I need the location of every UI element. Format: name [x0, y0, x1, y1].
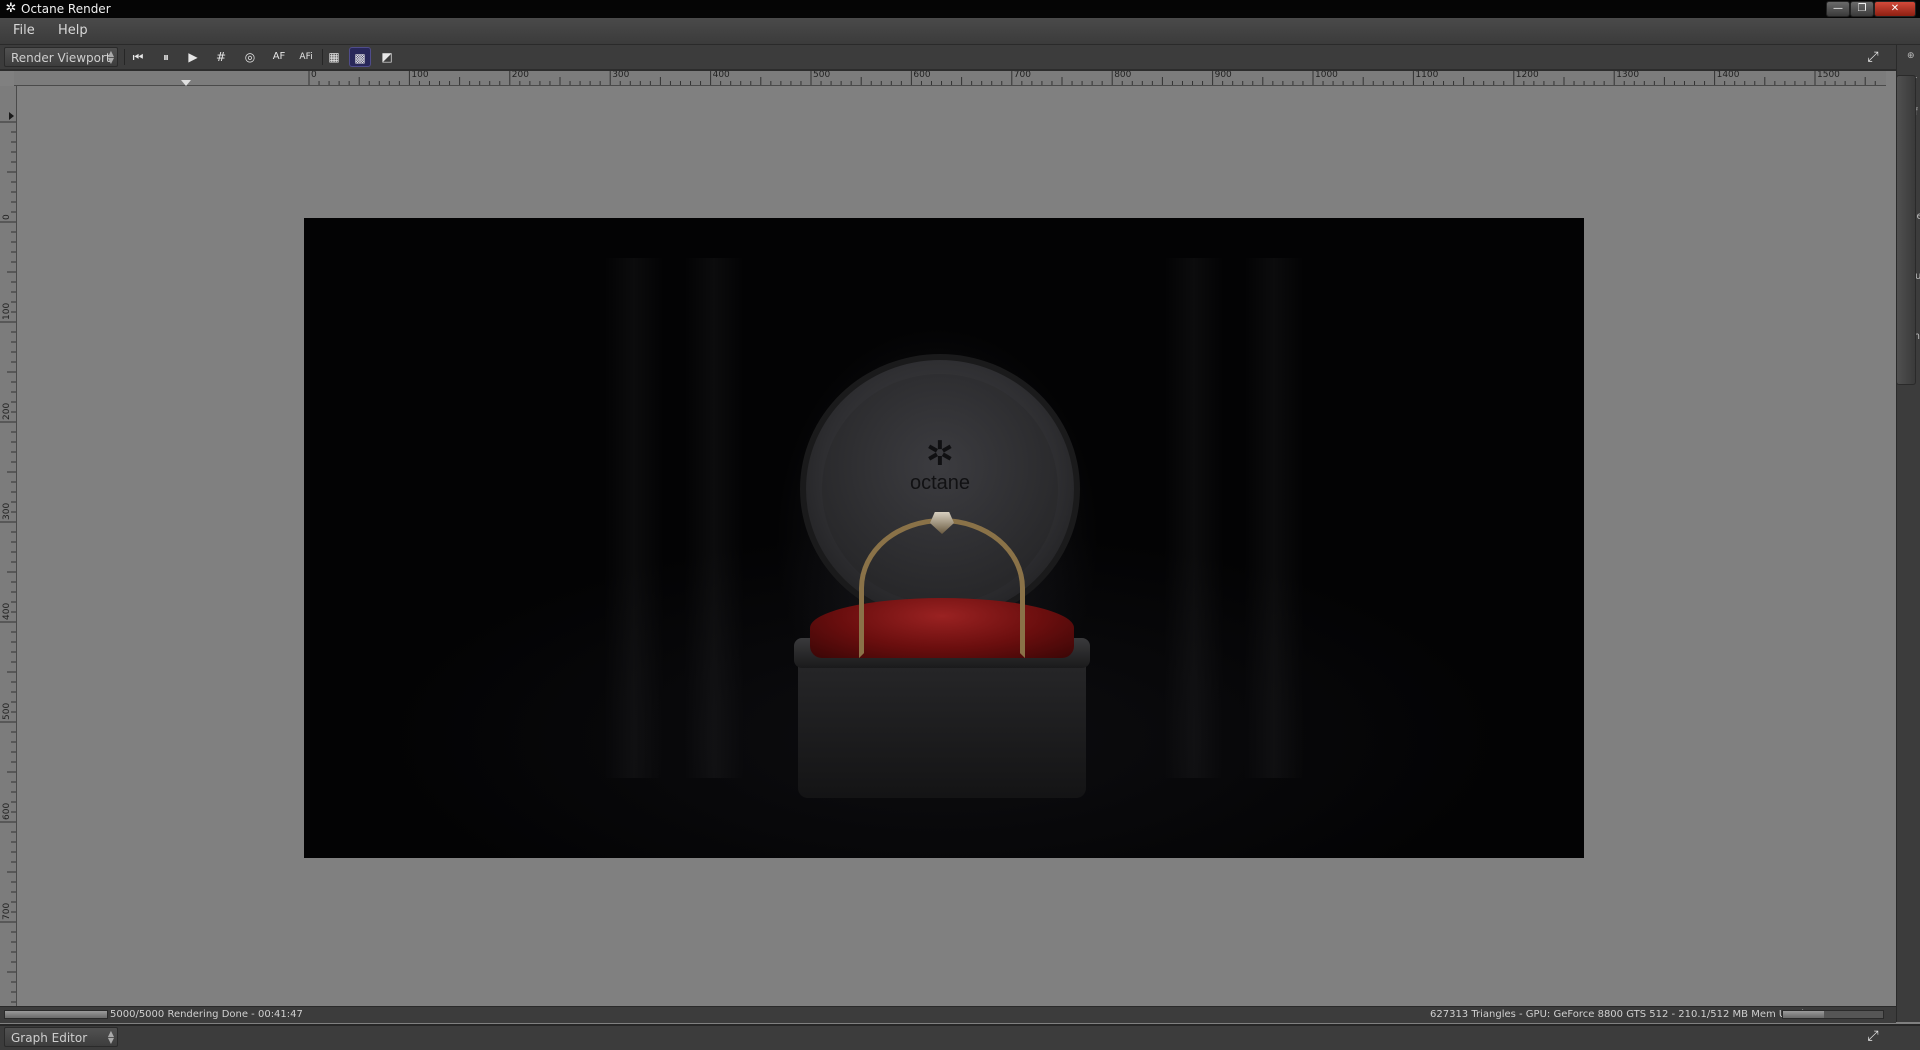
restore-button[interactable]: ❐ — [1850, 1, 1874, 17]
gpu-status-text: 627313 Triangles - GPU: GeForce 8800 GTS… — [1430, 1009, 1804, 1020]
ruler-label: 200 — [511, 71, 529, 80]
ruler-label: 1500 — [1817, 71, 1840, 80]
ruler-label: 600 — [2, 802, 12, 820]
background-drape — [684, 258, 744, 778]
minimize-button[interactable]: — — [1826, 1, 1850, 17]
ruler-label: 0 — [2, 214, 12, 220]
render-toolbar: Render Viewport ▲ ▼ ⏮ ⏸ ▶ # ◎ AF AFi ▦ ▩ … — [0, 45, 1896, 69]
ruler-label: 500 — [2, 702, 12, 720]
ruler-label: 1400 — [1716, 71, 1740, 80]
fullscreen-icon[interactable]: ⤢ — [1862, 1026, 1884, 1046]
ruler-label: 0 — [311, 71, 317, 80]
title-bar: ✲ Octane Render — ❐ ✕ — [0, 0, 1920, 18]
render-image[interactable]: ✲ octane — [304, 218, 1584, 858]
menu-bar: File Help — [0, 18, 1920, 45]
ruler-label: 1100 — [1415, 71, 1439, 80]
ruler-label: 300 — [2, 502, 12, 520]
menu-help[interactable]: Help — [58, 23, 88, 39]
vertical-ruler-ticks — [0, 121, 16, 1003]
toolbar-separator — [124, 49, 125, 65]
spinner-arrows-icon: ▲ ▼ — [107, 49, 114, 65]
octane-logo-icon: ✲ — [925, 434, 955, 474]
ruler-label: 1200 — [1515, 71, 1539, 80]
ring-box-base — [798, 662, 1086, 798]
ruler-label: 800 — [1114, 71, 1132, 80]
ruler-label: 100 — [411, 71, 429, 80]
horizontal-ruler: 0 100 200 300 400 500 600 700 800 900 1000 1100 1200… — [14, 71, 1886, 86]
background-drape — [1244, 258, 1304, 778]
viewport-select-value: Render Viewport — [11, 51, 111, 65]
render-status-text: 5000/5000 Rendering Done - 00:41:47 — [110, 1009, 303, 1020]
memory-usage-bar — [1782, 1010, 1884, 1019]
fullscreen-icon[interactable]: ⤢ — [1862, 47, 1884, 67]
alpha-channel-button[interactable]: ◩ — [376, 47, 398, 67]
auto-focus-picker-button[interactable]: AFi — [295, 47, 317, 67]
grid-button[interactable]: # — [210, 47, 232, 67]
autofocus-button[interactable]: AF — [268, 47, 290, 67]
ruler-label: 700 — [2, 902, 12, 920]
status-bar: 5000/5000 Rendering Done - 00:41:47 6273… — [0, 1006, 1896, 1023]
graph-editor-select-value: Graph Editor — [11, 1031, 88, 1045]
panel-pin-icon[interactable]: ⊕ — [1907, 51, 1915, 61]
ruler-label: 600 — [913, 71, 931, 80]
start-render-button[interactable]: ▶ — [182, 47, 204, 67]
background-drape — [604, 258, 664, 778]
viewport-select[interactable]: Render Viewport ▲ ▼ — [4, 47, 118, 67]
inspector-scrollbar[interactable] — [1896, 75, 1916, 385]
memory-usage-fill — [1783, 1011, 1824, 1018]
vertical-ruler: 0 100 200 300 400 500 600 700 — [0, 86, 17, 1006]
ruler-label: 1000 — [1315, 71, 1338, 80]
ruler-label: 400 — [712, 71, 730, 80]
ruler-label: 1300 — [1616, 71, 1640, 80]
ruler-label: 400 — [2, 602, 12, 620]
expand-arrow-icon[interactable] — [9, 112, 14, 120]
render-progress-bar — [4, 1010, 108, 1019]
ruler-label: 200 — [2, 402, 12, 420]
close-button[interactable]: ✕ — [1874, 1, 1916, 17]
ruler-label: 300 — [612, 71, 630, 80]
graph-editor-header: Graph Editor ▲ ▼ ⤢ — [0, 1024, 1920, 1050]
ruler-label: 900 — [1214, 71, 1232, 80]
single-view-button[interactable]: ▦ — [323, 47, 345, 67]
menu-file[interactable]: File — [13, 23, 35, 39]
restart-render-button[interactable]: ⏮ — [127, 47, 149, 67]
spinner-arrows-icon: ▲ ▼ — [107, 1029, 114, 1045]
brand-text: octane — [909, 472, 971, 494]
ruler-label: 500 — [813, 71, 831, 80]
horizontal-ruler-ticks — [308, 71, 1876, 85]
background-drape — [1164, 258, 1224, 778]
graph-editor-select[interactable]: Graph Editor ▲ ▼ — [4, 1027, 118, 1047]
ruler-label: 700 — [1013, 71, 1031, 80]
refocus-button[interactable]: ◎ — [239, 47, 261, 67]
window-title: Octane Render — [21, 2, 111, 16]
checker-background-button[interactable]: ▩ — [349, 47, 371, 67]
render-progress-fill — [5, 1011, 107, 1018]
pause-render-button[interactable]: ⏸ — [155, 47, 177, 67]
octane-app-icon: ✲ — [5, 1, 17, 16]
ruler-label: 100 — [2, 302, 12, 320]
gold-ring — [859, 518, 1025, 658]
